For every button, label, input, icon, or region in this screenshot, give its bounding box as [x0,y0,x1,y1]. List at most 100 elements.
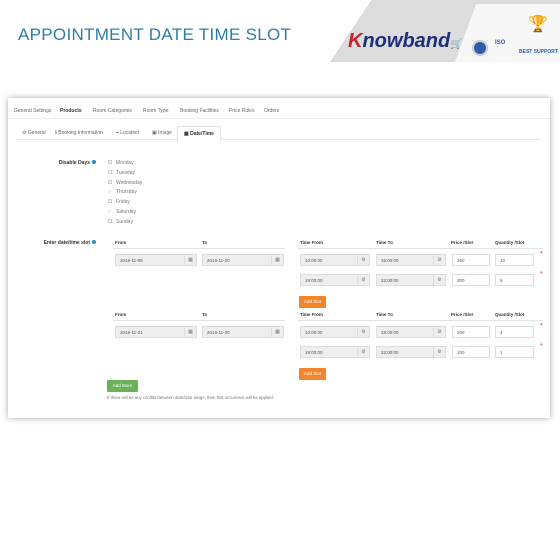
day-checkbox-sunday[interactable]: Sunday [108,218,133,225]
column-header-price: Price /Slot [451,240,474,245]
conflict-note: If there will be any conflits between da… [107,395,274,400]
time-value: 22:00:00 [381,350,399,355]
certification-badge-icon [472,40,488,56]
tab-room-type[interactable]: Room Type [143,108,168,114]
subtab-booking-information[interactable]: ℹ Booking Information [55,130,103,136]
add-more-button[interactable]: Add More [107,380,138,392]
quantity-input[interactable]: 4 [495,326,534,338]
calendar-icon[interactable]: ▦ [271,327,283,337]
clock-icon[interactable]: ⚙ [357,275,369,285]
iso-badge: ISO [495,40,506,46]
column-header-time-to: Time To [376,240,393,245]
day-checkbox-wednesday[interactable]: Wednesday [108,179,142,186]
required-icon: * [540,343,543,350]
required-icon: * [540,251,543,258]
checkbox[interactable] [108,169,112,174]
subtab-label: General [27,130,46,136]
column-header-time-from: Time From [300,312,323,317]
time-value: 10:00:00 [305,330,323,335]
checkbox[interactable] [108,218,112,223]
day-checkbox-saturday[interactable]: ✓ Saturday [108,209,136,215]
day-label: Sunday [116,218,133,225]
calendar-icon[interactable]: ▦ [271,255,283,265]
column-header-to: To [202,240,208,245]
time-to-input[interactable]: 16:00:00 ⚙ [376,254,446,266]
day-checkbox-thursday[interactable]: ✓ Thursday [108,189,137,195]
checkbox[interactable] [108,199,112,204]
page-title: APPOINTMENT DATE TIME SLOT [18,25,292,44]
day-label: Saturday [116,209,137,215]
tabs-divider [8,118,550,119]
clock-icon[interactable]: ⚙ [357,255,369,265]
day-label: Friday [116,199,130,206]
checkbox[interactable]: ✓ [108,210,112,214]
time-to-input[interactable]: 22:00:00 ⚙ [376,346,446,358]
clock-icon[interactable]: ⚙ [433,255,445,265]
column-header-time-to: Time To [376,312,393,317]
price-input[interactable]: 300 [452,274,490,286]
clock-icon[interactable]: ⚙ [357,347,369,357]
tab-products[interactable]: Products [60,108,82,114]
add-slot-button[interactable]: Add Slot [299,368,326,380]
day-checkbox-monday[interactable]: Monday [108,160,134,166]
date-to-input[interactable]: 2019-11-30 ▦ [202,326,284,338]
price-input[interactable]: 100 [452,346,490,358]
quantity-input[interactable]: 10 [495,254,534,266]
column-header-price: Price /Slot [451,312,474,317]
subtab-location[interactable]: ⌖ Location [116,130,139,136]
price-input[interactable]: 250 [452,254,490,266]
date-value: 2019-11-20 [207,258,230,263]
day-checkbox-tuesday[interactable]: Tuesday [108,169,135,176]
checkbox[interactable] [108,179,112,184]
day-label: Monday [116,160,134,166]
required-icon: * [540,323,543,330]
tab-booking-facilities[interactable]: Booking Facilities [180,108,219,114]
tab-orders[interactable]: Orders [264,108,279,114]
clock-icon[interactable]: ⚙ [357,327,369,337]
time-from-input[interactable]: 10:00:00 ⚙ [300,254,370,266]
info-icon [92,240,96,244]
trophy-icon: 🏆 [528,16,548,33]
time-value: 18:00:00 [381,330,399,335]
knowband-logo: Knowband🛒 [348,30,463,52]
subtab-date-time[interactable]: ▦ Date/Time [177,126,221,142]
tab-room-categories[interactable]: Room Categories [93,108,132,114]
time-to-input[interactable]: 18:00:00 ⚙ [376,326,446,338]
column-header-to: To [202,312,208,317]
header-divider [298,248,543,249]
time-to-input[interactable]: 22:00:00 ⚙ [376,274,446,286]
checkbox[interactable]: ✓ [108,190,112,194]
quantity-input[interactable]: 1 [495,346,534,358]
clock-icon[interactable]: ⚙ [433,347,445,357]
header-divider [113,320,285,321]
subtab-label: Date/Time [190,131,214,137]
best-support-badge: BEST SUPPORT [519,49,558,55]
price-input[interactable]: 200 [452,326,490,338]
day-label: Tuesday [116,169,135,176]
date-from-input[interactable]: 2019-11-08 ▦ [115,254,197,266]
calendar-icon[interactable]: ▦ [184,327,196,337]
subtab-general[interactable]: ⚙ General [22,130,46,136]
date-to-input[interactable]: 2019-11-20 ▦ [202,254,284,266]
clock-icon[interactable]: ⚙ [433,327,445,337]
column-header-time-from: Time From [300,240,323,245]
date-value: 2019-11-30 [207,330,230,335]
day-checkbox-friday[interactable]: Friday [108,199,130,205]
date-from-input[interactable]: 2019-11-21 ▦ [115,326,197,338]
time-from-input[interactable]: 19:00:00 ⚙ [300,346,370,358]
time-value: 19:00:00 [305,350,323,355]
subtab-label: Booking Information [58,130,103,136]
subtab-image[interactable]: ▣ Image [152,130,172,136]
required-icon: * [540,271,543,278]
clock-icon[interactable]: ⚙ [433,275,445,285]
quantity-input[interactable]: 5 [495,274,534,286]
time-from-input[interactable]: 10:00:00 ⚙ [300,326,370,338]
disable-days-label: Disable Days [40,160,96,166]
add-slot-button[interactable]: Add Slot [299,296,326,308]
tab-general-settings[interactable]: General Settings [14,108,51,114]
tab-price-rules[interactable]: Price Rules [229,108,255,114]
time-value: 22:00:00 [381,278,399,283]
calendar-icon[interactable]: ▦ [184,255,196,265]
time-from-input[interactable]: 19:00:00 ⚙ [300,274,370,286]
checkbox[interactable] [108,160,112,164]
